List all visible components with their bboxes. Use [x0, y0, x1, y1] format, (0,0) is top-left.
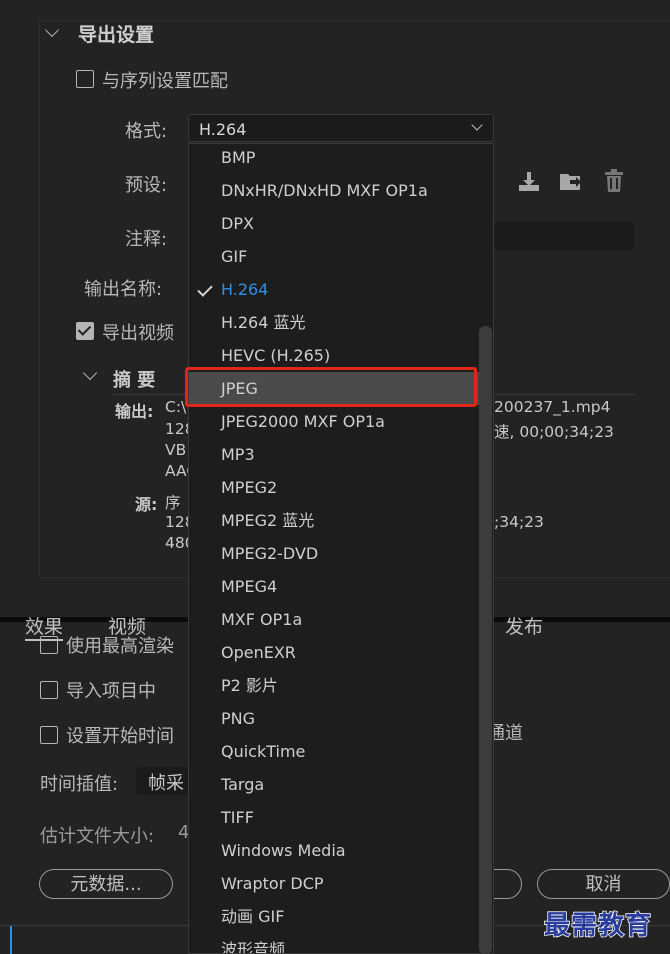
match-sequence-label: 与序列设置匹配 [102, 71, 228, 92]
export-video-label: 导出视频 [102, 323, 174, 344]
comment-label: 注释: [125, 229, 168, 250]
watermark-logo: 最需教育 [543, 910, 653, 942]
format-label: 格式: [125, 121, 168, 142]
format-option-dpx[interactable]: DPX [189, 207, 479, 240]
set-start-time-checkbox[interactable] [40, 726, 58, 744]
chevron-down-icon [471, 119, 483, 131]
dropdown-scrollbar[interactable] [479, 326, 492, 954]
format-select[interactable]: H.264 [188, 114, 494, 142]
format-option-bmp[interactable]: BMP [189, 144, 479, 174]
format-option-mpeg2-dvd[interactable]: MPEG2-DVD [189, 537, 479, 570]
format-option-jpeg2000[interactable]: JPEG2000 MXF OP1a [189, 405, 479, 438]
format-option-h264-bluray[interactable]: H.264 蓝光 [189, 306, 479, 339]
time-interpolation-label: 时间插值: [40, 774, 119, 795]
checkmark-icon [197, 281, 213, 297]
format-option-label: H.264 [221, 280, 269, 299]
timeline-marker [10, 926, 12, 954]
preset-label: 预设: [125, 175, 168, 196]
save-preset-icon[interactable] [558, 170, 586, 194]
tab-publish[interactable]: 发布 [505, 612, 543, 639]
format-option-png[interactable]: PNG [189, 702, 479, 735]
format-option-tiff[interactable]: TIFF [189, 801, 479, 834]
output-line: VB [165, 441, 187, 459]
summary-title: 摘 要 [113, 370, 156, 391]
comment-input[interactable] [493, 222, 635, 250]
format-option-dnxhr[interactable]: DNxHR/DNxHD MXF OP1a [189, 174, 479, 207]
format-option-h264[interactable]: H.264 [189, 273, 479, 306]
import-preset-icon[interactable] [516, 170, 544, 194]
metadata-button[interactable]: 元数据... [39, 869, 173, 899]
format-option-mpeg2[interactable]: MPEG2 [189, 471, 479, 504]
import-project-checkbox[interactable] [40, 681, 58, 699]
source-line: 序 [165, 494, 181, 512]
output-filename: 200237_1.mp4 [494, 398, 611, 416]
output-name-label: 输出名称: [84, 279, 163, 300]
source-label: 源: [135, 495, 158, 514]
format-select-value: H.264 [199, 120, 247, 139]
match-sequence-checkbox[interactable] [76, 70, 94, 88]
format-option-waveform-audio[interactable]: 波形音频 [189, 933, 479, 953]
format-option-mp3[interactable]: MP3 [189, 438, 479, 471]
format-option-p2[interactable]: P2 影片 [189, 669, 479, 702]
format-option-openexr[interactable]: OpenEXR [189, 636, 479, 669]
format-option-mxf-op1a[interactable]: MXF OP1a [189, 603, 479, 636]
export-video-checkbox[interactable] [76, 322, 94, 340]
source-duration: ;34;23 [494, 513, 544, 531]
max-render-label: 使用最高渲染 [66, 636, 174, 657]
format-option-quicktime[interactable]: QuickTime [189, 735, 479, 768]
set-start-time-label: 设置开始时间 [66, 726, 174, 747]
cancel-button[interactable]: 取消 [537, 869, 670, 899]
output-label: 输出: [115, 402, 154, 421]
output-line: C:\ [165, 398, 187, 416]
jpeg-highlight-box [185, 367, 477, 407]
export-settings-title: 导出设置 [78, 24, 155, 46]
format-option-targa[interactable]: Targa [189, 768, 479, 801]
format-dropdown-list[interactable]: BMP DNxHR/DNxHD MXF OP1a DPX GIF H.264 H… [188, 143, 494, 954]
format-option-wraptor-dcp[interactable]: Wraptor DCP [189, 867, 479, 900]
time-interpolation-select[interactable]: 帧采 [136, 767, 196, 795]
trash-icon[interactable] [601, 168, 627, 194]
max-render-checkbox[interactable] [40, 636, 58, 654]
format-option-gif[interactable]: GIF [189, 240, 479, 273]
format-option-mpeg4[interactable]: MPEG4 [189, 570, 479, 603]
estimated-size-label: 估计文件大小: [40, 826, 155, 847]
import-project-label: 导入项目中 [66, 681, 156, 702]
format-option-windows-media[interactable]: Windows Media [189, 834, 479, 867]
output-duration: 速, 00;00;34;23 [494, 423, 614, 441]
format-option-mpeg2-bluray[interactable]: MPEG2 蓝光 [189, 504, 479, 537]
format-option-animated-gif[interactable]: 动画 GIF [189, 900, 479, 933]
